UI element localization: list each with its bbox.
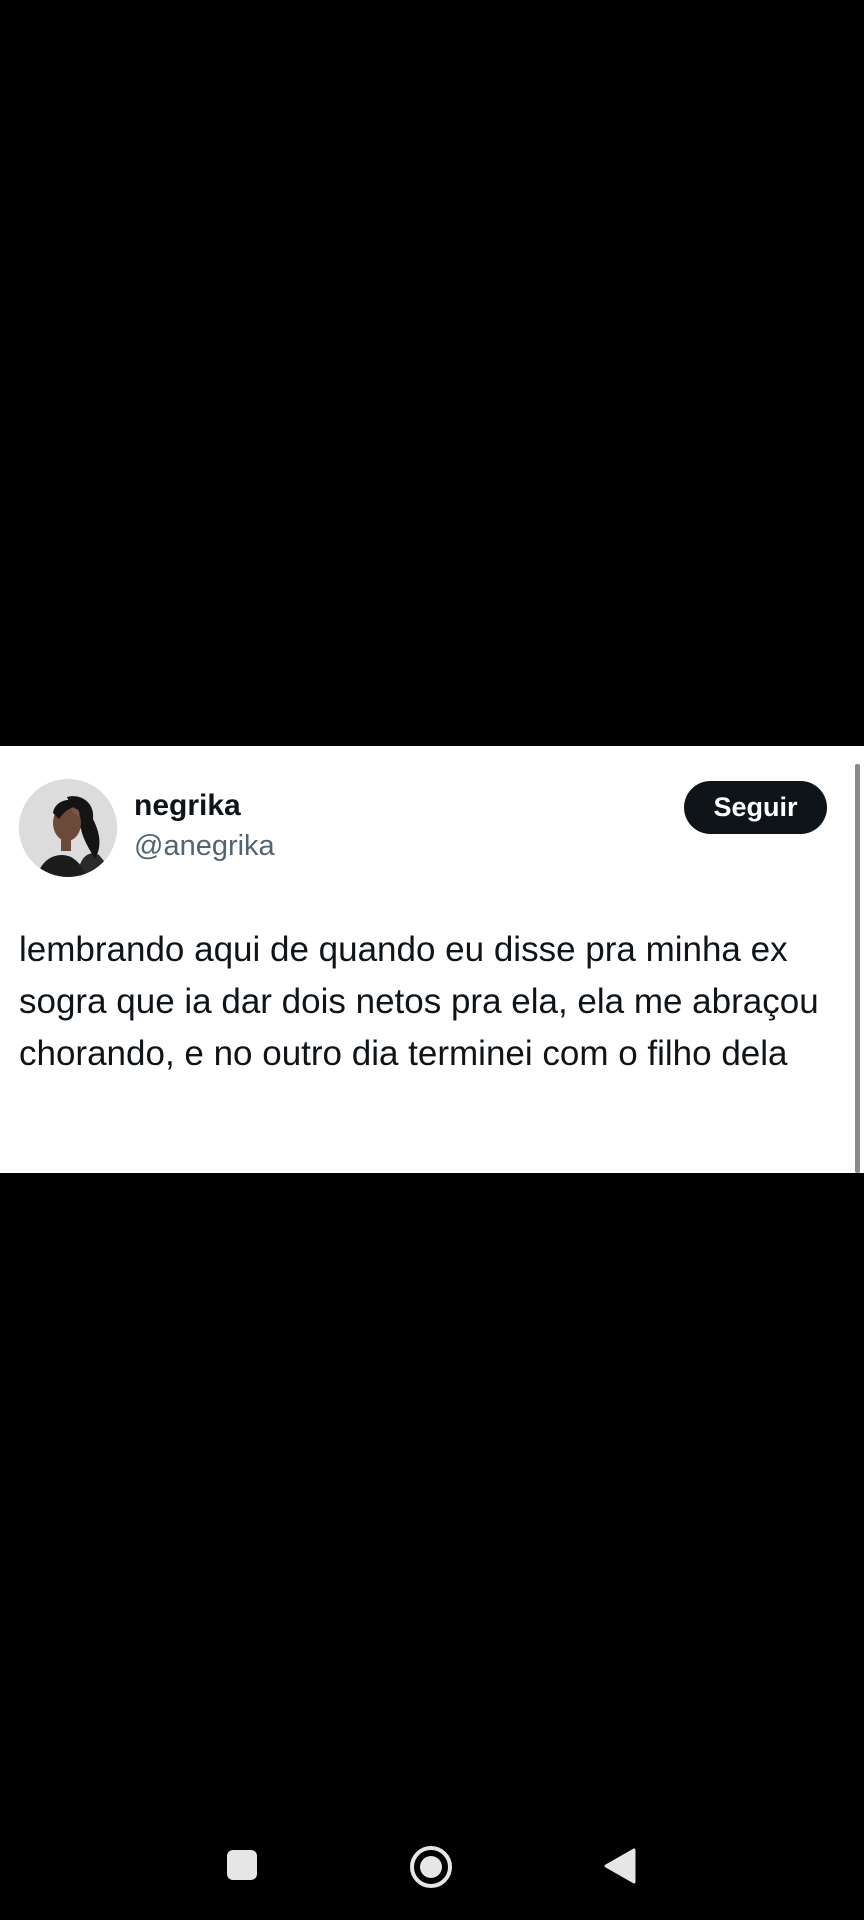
screen: negrika @anegrika Seguir lembrando aqui … <box>0 0 864 1920</box>
scroll-indicator[interactable] <box>855 764 860 1173</box>
avatar-photo-icon <box>19 779 117 877</box>
display-name[interactable]: negrika <box>134 788 241 824</box>
follow-button[interactable]: Seguir <box>684 781 827 834</box>
triangle-back-icon <box>604 1848 636 1884</box>
tweet-text: lembrando aqui de quando eu disse pra mi… <box>19 930 819 1073</box>
square-recent-apps-icon <box>227 1850 257 1880</box>
avatar[interactable] <box>19 779 117 877</box>
user-handle[interactable]: @anegrika <box>134 828 275 864</box>
circle-home-icon <box>410 1846 452 1888</box>
recent-apps-button[interactable] <box>226 1849 258 1881</box>
tweet-card: negrika @anegrika Seguir lembrando aqui … <box>0 746 864 1173</box>
system-navigation-bar <box>0 1820 864 1920</box>
home-button[interactable] <box>409 1845 453 1889</box>
back-button[interactable] <box>603 1847 637 1885</box>
